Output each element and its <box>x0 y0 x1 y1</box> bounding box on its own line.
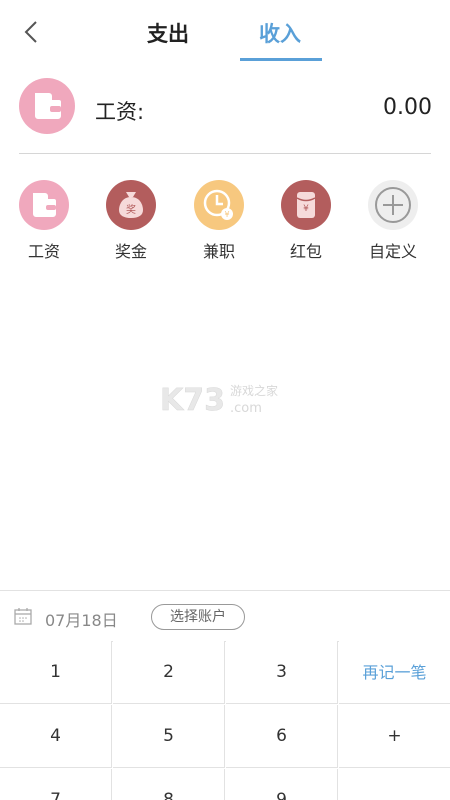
category-label: 自定义 <box>368 242 417 261</box>
category-parttime[interactable]: ¥ 兼职 <box>184 180 254 262</box>
wallet-icon <box>19 78 75 134</box>
category-salary[interactable]: 工资 <box>9 180 79 262</box>
chevron-left-icon[interactable] <box>18 18 46 46</box>
category-red-envelope[interactable]: ¥ 红包 <box>271 180 341 262</box>
red-envelope-icon: ¥ <box>281 180 331 230</box>
category-label: 兼职 <box>202 242 235 261</box>
category-grid: 工资 奖 奖金 ¥ 兼职 ¥ 红包 自定义 <box>0 180 450 270</box>
tab-expense[interactable]: 支出 <box>147 18 189 48</box>
money-bag-icon: 奖 <box>106 180 156 230</box>
category-custom[interactable]: 自定义 <box>358 180 428 262</box>
key-9[interactable]: 9 <box>226 769 338 800</box>
tab-income[interactable]: 收入 <box>259 18 301 48</box>
top-bar: 支出 收入 <box>0 0 450 64</box>
key-6[interactable]: 6 <box>226 705 338 768</box>
wallet-icon <box>19 180 69 230</box>
key-2[interactable]: 2 <box>113 641 225 704</box>
category-label: 奖金 <box>114 242 147 261</box>
key-3[interactable]: 3 <box>226 641 338 704</box>
watermark-brand: K73 <box>160 383 225 418</box>
category-label: 工资 <box>27 242 60 261</box>
record-another-button[interactable]: 再记一笔 <box>339 641 450 704</box>
clock-coin-icon: ¥ <box>194 180 244 230</box>
key-4[interactable]: 4 <box>0 705 112 768</box>
key-empty[interactable] <box>339 769 450 800</box>
plus-circle-icon <box>368 180 418 230</box>
category-bonus[interactable]: 奖 奖金 <box>96 180 166 262</box>
key-5[interactable]: 5 <box>113 705 225 768</box>
watermark-cn: 游戏之家 <box>230 383 278 398</box>
watermark-logo: K73 游戏之家 .com <box>160 380 290 420</box>
svg-text:¥: ¥ <box>303 204 309 214</box>
select-account-button[interactable]: 选择账户 <box>151 604 245 630</box>
key-7[interactable]: 7 <box>0 769 112 800</box>
svg-text:奖: 奖 <box>126 203 136 216</box>
amount-display[interactable]: 0.00 <box>383 95 432 120</box>
active-tab-indicator <box>240 58 322 61</box>
svg-text:¥: ¥ <box>224 210 229 219</box>
category-label: 红包 <box>289 242 322 261</box>
date-account-bar: 07月18日 选择账户 <box>0 590 450 642</box>
date-selector[interactable]: 07月18日 <box>45 607 118 631</box>
calendar-icon[interactable] <box>14 607 32 625</box>
key-8[interactable]: 8 <box>113 769 225 800</box>
entry-category-label: 工资: <box>95 100 145 124</box>
divider <box>19 153 431 154</box>
key-plus[interactable]: + <box>339 705 450 768</box>
watermark-domain: .com <box>230 401 262 416</box>
income-entry-row: 工资: 0.00 <box>0 78 450 138</box>
key-1[interactable]: 1 <box>0 641 112 704</box>
